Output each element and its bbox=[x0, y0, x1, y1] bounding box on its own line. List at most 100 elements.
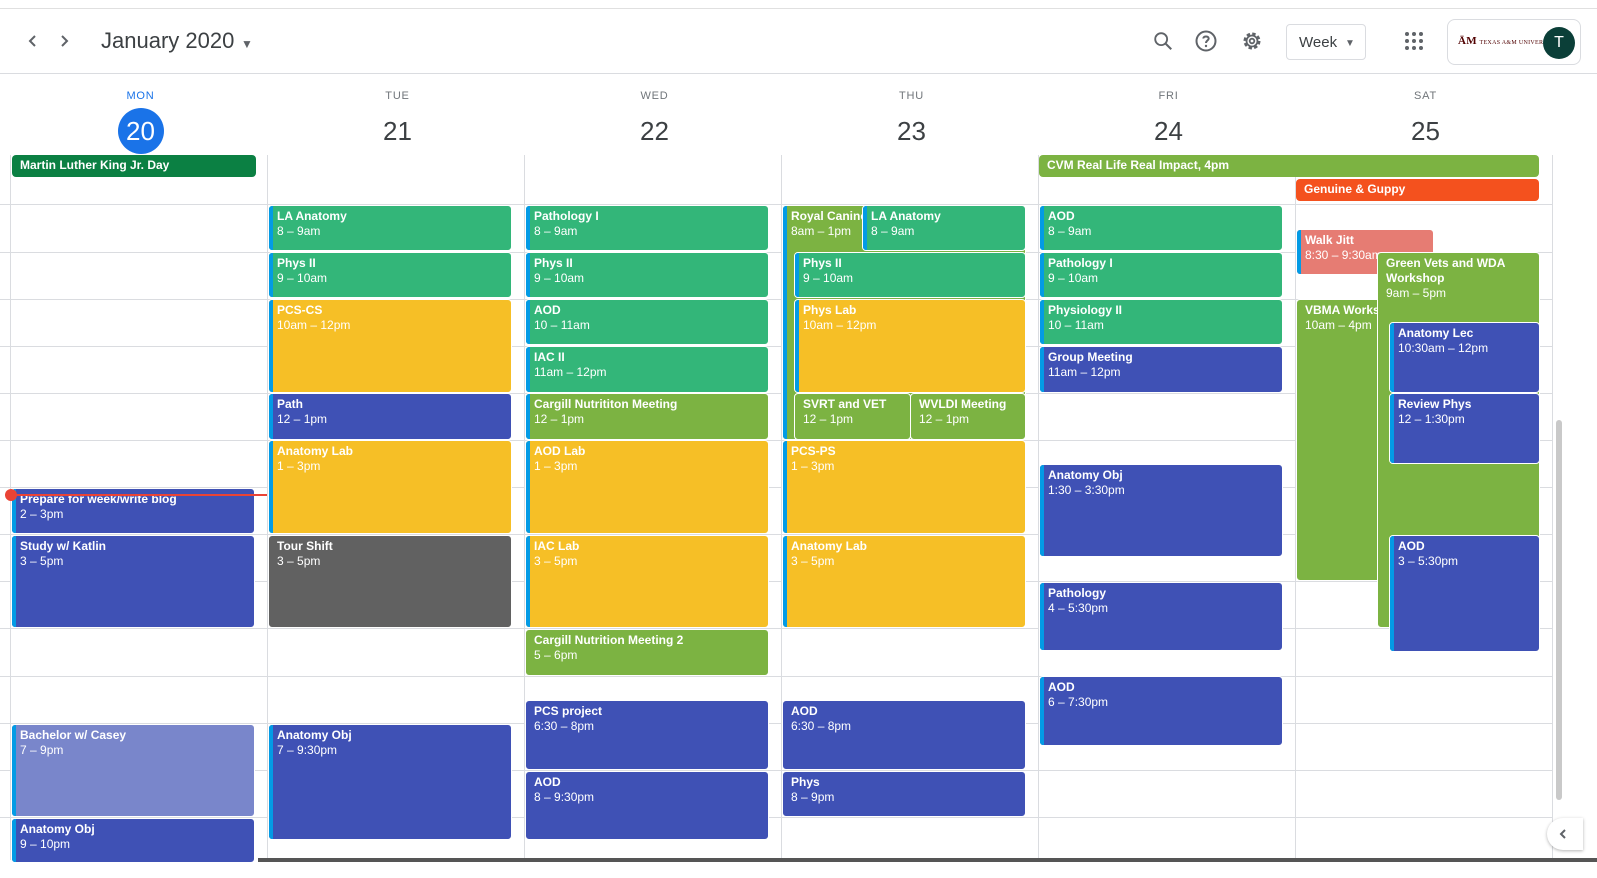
search-icon bbox=[1154, 32, 1172, 50]
event-time: 9 – 10am bbox=[534, 271, 585, 285]
next-week-button[interactable] bbox=[48, 25, 80, 57]
event-card[interactable]: VBMA Workshop 10am – 4pm bbox=[1296, 299, 1388, 581]
event-card[interactable]: Pathology 4 – 5:30pm bbox=[1039, 582, 1283, 651]
event-time: 1 – 3pm bbox=[791, 459, 835, 473]
grid-line bbox=[1552, 155, 1553, 860]
side-panel-toggle-button[interactable] bbox=[1547, 818, 1583, 850]
event-card[interactable]: Phys II 9 – 10am bbox=[268, 252, 512, 298]
event-card[interactable]: IAC II 11am – 12pm bbox=[525, 346, 769, 393]
event-card[interactable]: Anatomy Obj 9 – 10pm bbox=[11, 818, 255, 863]
event-card[interactable]: LA Anatomy 8 – 9am bbox=[268, 205, 512, 251]
event-time: 3 – 5:30pm bbox=[1398, 554, 1459, 568]
avatar[interactable]: T bbox=[1543, 27, 1575, 59]
event-card[interactable]: AOD 6 – 7:30pm bbox=[1039, 676, 1283, 746]
day-number[interactable]: 20 bbox=[117, 108, 164, 154]
event-card[interactable]: LA Anatomy 8 – 9am bbox=[862, 205, 1026, 251]
event-card[interactable]: Cargill Nutrition Meeting 2 5 – 6pm bbox=[525, 629, 769, 676]
view-selector-label: Week bbox=[1299, 34, 1338, 51]
day-number[interactable]: 23 bbox=[889, 108, 935, 154]
day-number[interactable]: 21 bbox=[375, 108, 421, 154]
event-time: 8 – 9am bbox=[1048, 224, 1092, 238]
allday-event-genuine-guppy[interactable]: Genuine & Guppy bbox=[1296, 179, 1539, 201]
event-card[interactable]: Anatomy Lec 10:30am – 12pm bbox=[1389, 322, 1540, 393]
event-time: 3 – 5pm bbox=[20, 554, 64, 568]
event-card[interactable]: AOD 10 – 11am bbox=[525, 299, 769, 345]
allday-event-cvm[interactable]: CVM Real Life Real Impact, 4pm bbox=[1039, 155, 1539, 177]
event-time: 7 – 9:30pm bbox=[277, 743, 338, 757]
event-card[interactable]: Bachelor w/ Casey 7 – 9pm bbox=[11, 724, 255, 817]
search-button[interactable] bbox=[1147, 25, 1179, 57]
view-selector[interactable]: Week ▼ bbox=[1286, 24, 1366, 60]
event-title: AOD bbox=[534, 303, 561, 317]
event-title: Cargill Nutrititon Meeting bbox=[534, 397, 678, 411]
event-card[interactable]: PCS project 6:30 – 8pm bbox=[525, 700, 769, 770]
event-time: 10 – 11am bbox=[534, 318, 590, 332]
event-title: LA Anatomy bbox=[871, 209, 941, 223]
event-card[interactable]: PCS-CS 10am – 12pm bbox=[268, 299, 512, 393]
event-card[interactable]: SVRT and VET 12 – 1pm bbox=[794, 393, 911, 440]
event-card[interactable]: AOD 3 – 5:30pm bbox=[1389, 535, 1540, 652]
event-title: Tour Shift bbox=[277, 539, 333, 553]
event-time: 8 – 9pm bbox=[791, 790, 835, 804]
event-time: 9am – 5pm bbox=[1386, 286, 1447, 300]
event-time: 10am – 12pm bbox=[803, 318, 877, 332]
settings-button[interactable] bbox=[1236, 25, 1268, 57]
event-time: 1 – 3pm bbox=[277, 459, 321, 473]
day-number[interactable]: 25 bbox=[1403, 108, 1449, 154]
event-card[interactable]: Anatomy Lab 3 – 5pm bbox=[782, 535, 1026, 628]
event-time: 1 – 3pm bbox=[534, 459, 578, 473]
event-card[interactable]: PCS-PS 1 – 3pm bbox=[782, 440, 1026, 534]
event-time: 4 – 5:30pm bbox=[1048, 601, 1109, 615]
event-card[interactable]: Cargill Nutrititon Meeting 12 – 1pm bbox=[525, 393, 769, 440]
help-button[interactable] bbox=[1190, 25, 1222, 57]
event-card[interactable]: Anatomy Lab 1 – 3pm bbox=[268, 440, 512, 534]
event-card[interactable]: Tour Shift 3 – 5pm bbox=[268, 535, 512, 628]
month-title[interactable]: January 2020 bbox=[101, 28, 234, 54]
month-dropdown-icon[interactable]: ▼ bbox=[241, 37, 253, 51]
event-time: 10 – 11am bbox=[1048, 318, 1104, 332]
event-card[interactable]: AOD 6:30 – 8pm bbox=[782, 700, 1026, 770]
event-card[interactable]: Path 12 – 1pm bbox=[268, 393, 512, 440]
help-icon bbox=[1195, 30, 1217, 52]
day-number[interactable]: 22 bbox=[632, 108, 678, 154]
event-title: Phys Lab bbox=[803, 303, 857, 317]
event-card[interactable]: Study w/ Katlin 3 – 5pm bbox=[11, 535, 255, 628]
event-title: Walk Jitt bbox=[1305, 233, 1354, 247]
day-header-fri: FRI 24 bbox=[1040, 90, 1297, 154]
event-card[interactable]: Phys Lab 10am – 12pm bbox=[794, 299, 1026, 393]
scrollbar-thumb[interactable] bbox=[1556, 420, 1562, 800]
event-card[interactable]: AOD 8 – 9:30pm bbox=[525, 771, 769, 840]
event-card[interactable]: Pathology I 8 – 9am bbox=[525, 205, 769, 251]
event-card[interactable]: AOD 8 – 9am bbox=[1039, 205, 1283, 251]
event-card[interactable]: Physiology II 10 – 11am bbox=[1039, 299, 1283, 345]
event-card[interactable]: Group Meeting 11am – 12pm bbox=[1039, 346, 1283, 393]
event-card[interactable]: Review Phys 12 – 1:30pm bbox=[1389, 393, 1540, 464]
event-card[interactable]: AOD Lab 1 – 3pm bbox=[525, 440, 769, 534]
event-card[interactable]: IAC Lab 3 – 5pm bbox=[525, 535, 769, 628]
day-number[interactable]: 24 bbox=[1146, 108, 1192, 154]
day-of-week: MON bbox=[126, 90, 155, 102]
event-time: 6 – 7:30pm bbox=[1048, 695, 1109, 709]
current-time-line bbox=[10, 494, 267, 496]
account-switcher[interactable]: ĀM TEXAS A&M UNIVERSITY T bbox=[1447, 19, 1581, 65]
event-card[interactable]: WVLDI Meeting 12 – 1pm bbox=[910, 393, 1026, 440]
event-time: 9 – 10pm bbox=[20, 837, 71, 851]
chevron-right-icon bbox=[61, 35, 69, 47]
allday-event-mlk-day[interactable]: Martin Luther King Jr. Day bbox=[12, 155, 256, 177]
event-card[interactable]: Pathology I 9 – 10am bbox=[1039, 252, 1283, 298]
event-card[interactable]: Phys II 9 – 10am bbox=[525, 252, 769, 298]
calendar-header: January 2020 ▼ Week ▼ ĀM TEXAS A&M UNIVE… bbox=[0, 8, 1597, 74]
event-card[interactable]: Anatomy Obj 1:30 – 3:30pm bbox=[1039, 464, 1283, 557]
event-card[interactable]: Phys II 9 – 10am bbox=[794, 252, 1026, 298]
event-card[interactable]: Anatomy Obj 7 – 9:30pm bbox=[268, 724, 512, 840]
event-time: 11am – 12pm bbox=[534, 365, 607, 379]
event-time: 2 – 3pm bbox=[20, 507, 64, 521]
apps-button[interactable] bbox=[1398, 25, 1430, 57]
event-title: IAC Lab bbox=[534, 539, 580, 553]
event-card[interactable]: Phys 8 – 9pm bbox=[782, 771, 1026, 817]
event-title: Path bbox=[277, 397, 304, 411]
day-header-sat: SAT 25 bbox=[1297, 90, 1554, 154]
previous-week-button[interactable] bbox=[17, 25, 49, 57]
event-title: Pathology I bbox=[534, 209, 599, 223]
horizontal-scrollbar[interactable] bbox=[258, 858, 1597, 862]
